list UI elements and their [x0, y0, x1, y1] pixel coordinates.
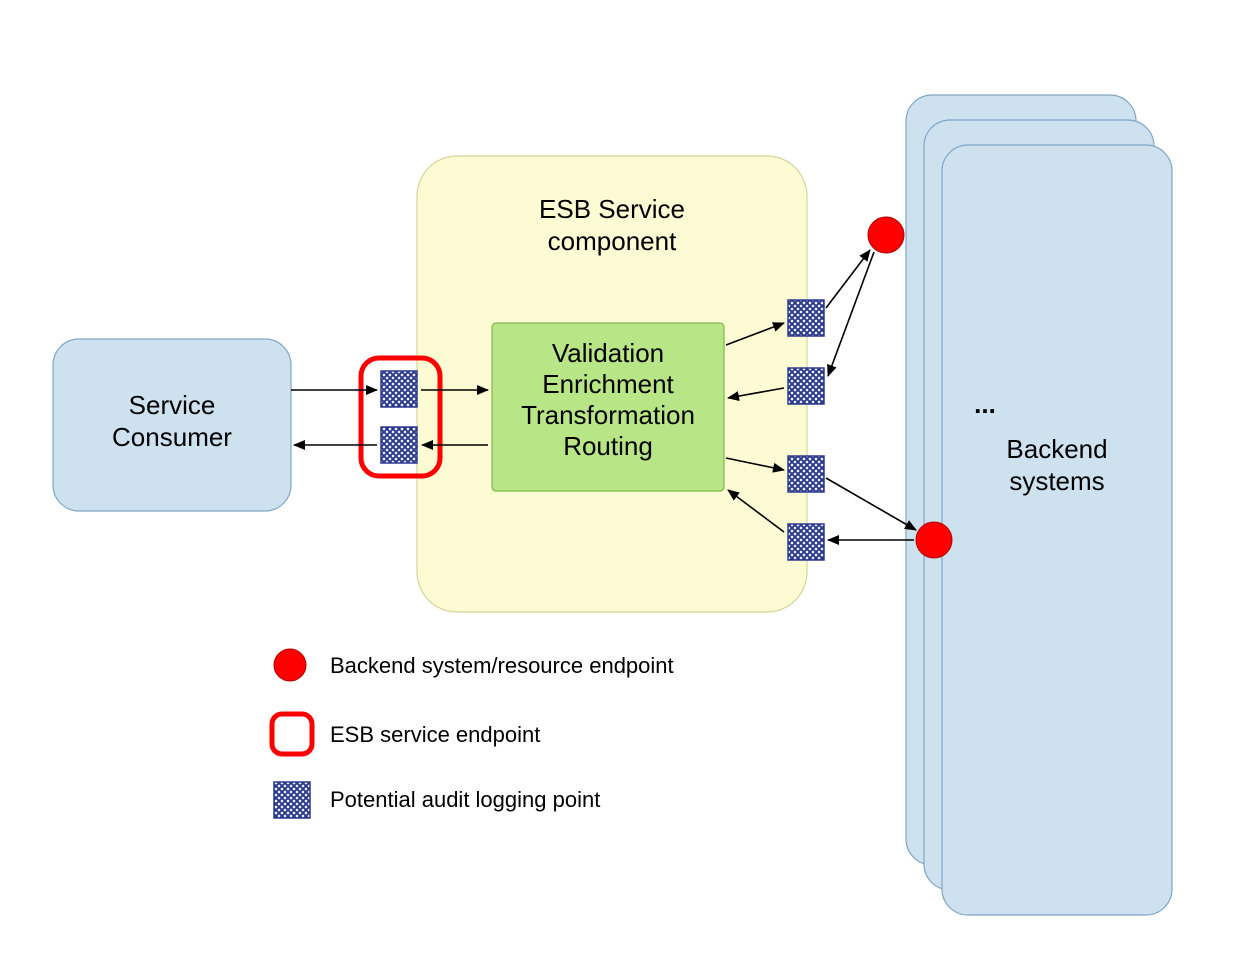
vetr-l3: Transformation: [521, 400, 695, 430]
audit-point-in: [381, 371, 417, 407]
legend-ring-text: ESB service endpoint: [330, 722, 540, 747]
diagram-canvas: ... Backend systems ESB Service componen…: [0, 0, 1254, 969]
legend-hatch-icon: [274, 782, 310, 818]
audit-point-r4: [788, 524, 824, 560]
legend-dot-icon: [274, 649, 306, 681]
audit-point-r1: [788, 300, 824, 336]
vetr-l4: Routing: [563, 431, 653, 461]
vetr-l1: Validation: [552, 338, 664, 368]
audit-point-out: [381, 427, 417, 463]
legend-hatch-text: Potential audit logging point: [330, 787, 600, 812]
legend-dot-text: Backend system/resource endpoint: [330, 653, 674, 678]
esb-label-1: ESB Service: [539, 194, 685, 224]
vetr-l2: Enrichment: [542, 369, 674, 399]
consumer-label-1: Service: [129, 390, 216, 420]
consumer-label-2: Consumer: [112, 422, 232, 452]
backend-endpoint-bottom: [916, 522, 952, 558]
arrow-top-dot-to-r2: [828, 252, 874, 376]
backend-endpoint-top: [868, 217, 904, 253]
legend-ring-icon: [272, 714, 312, 754]
backend-label-2: systems: [1009, 466, 1104, 496]
audit-point-r3: [788, 456, 824, 492]
backend-label-1: Backend: [1006, 434, 1107, 464]
backend-panel-1: [942, 145, 1172, 915]
arrow-r3-to-bot-dot: [826, 478, 916, 530]
audit-point-r2: [788, 368, 824, 404]
backend-ellipsis: ...: [974, 389, 996, 419]
esb-label-2: component: [548, 226, 677, 256]
